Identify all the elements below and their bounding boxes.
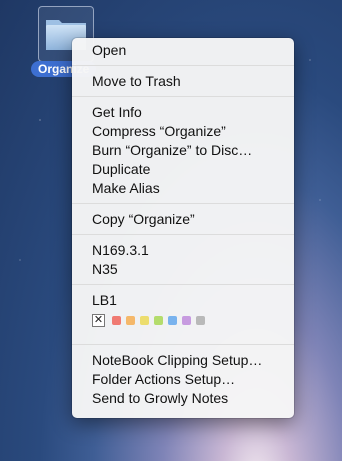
label-swatch-orange[interactable]: [126, 315, 135, 325]
menu-item-get-info[interactable]: Get Info: [72, 103, 294, 122]
menu-separator: [72, 284, 294, 285]
menu-separator: [72, 65, 294, 66]
menu-item-copy[interactable]: Copy “Organize”: [72, 210, 294, 229]
menu-item-move-to-trash[interactable]: Move to Trash: [72, 72, 294, 91]
menu-item-compress[interactable]: Compress “Organize”: [72, 122, 294, 141]
label-swatch-blue[interactable]: [168, 315, 177, 325]
label-swatch-yellow[interactable]: [140, 315, 149, 325]
label-none-swatch[interactable]: ✕: [92, 313, 105, 327]
menu-item-make-alias[interactable]: Make Alias: [72, 179, 294, 198]
label-swatch-green[interactable]: [154, 315, 163, 325]
menu-separator: [72, 203, 294, 204]
menu-item-burn-to-disc[interactable]: Burn “Organize” to Disc…: [72, 141, 294, 160]
context-menu: Open Move to Trash Get Info Compress “Or…: [72, 38, 294, 418]
menu-item-folder-actions-setup[interactable]: Folder Actions Setup…: [72, 370, 294, 389]
menu-item-n169[interactable]: N169.3.1: [72, 241, 294, 260]
menu-separator: [72, 344, 294, 345]
menu-item-n35[interactable]: N35: [72, 260, 294, 279]
menu-item-open[interactable]: Open: [72, 41, 294, 60]
label-swatch-purple[interactable]: [182, 315, 191, 325]
menu-item-duplicate[interactable]: Duplicate: [72, 160, 294, 179]
label-swatch-red[interactable]: [112, 315, 121, 325]
menu-separator: [72, 234, 294, 235]
menu-item-notebook-clipping-setup[interactable]: NoteBook Clipping Setup…: [72, 351, 294, 370]
label-section-title: LB1: [92, 292, 117, 308]
menu-item-send-to-growly-notes[interactable]: Send to Growly Notes: [72, 389, 294, 408]
menu-separator: [72, 96, 294, 97]
label-swatches: ✕: [72, 313, 294, 327]
label-swatch-gray[interactable]: [196, 315, 205, 325]
